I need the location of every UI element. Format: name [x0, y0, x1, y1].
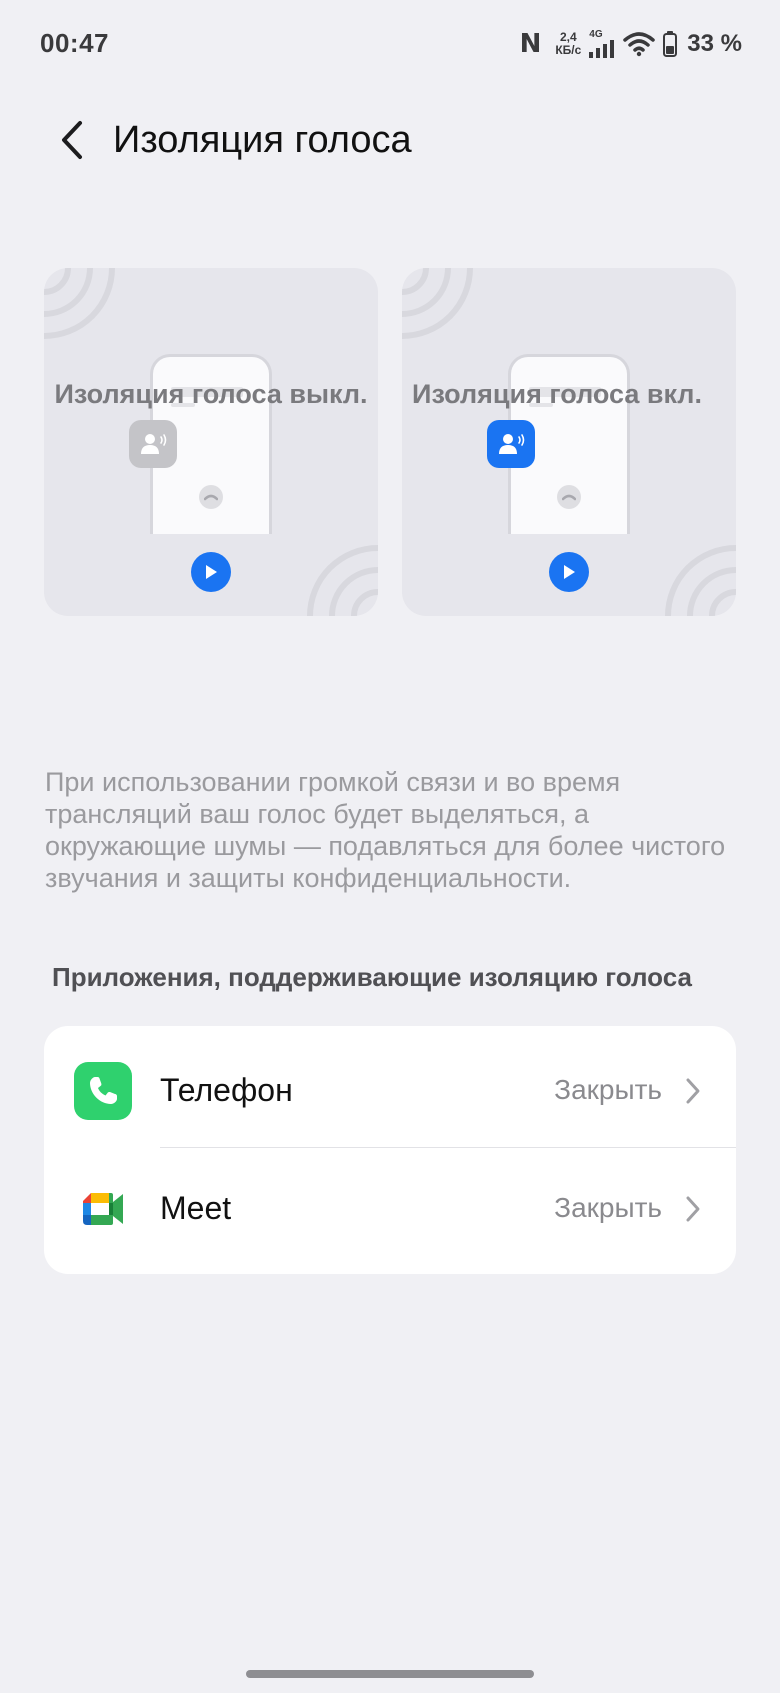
supported-apps-header: Приложения, поддерживающие изоляцию голо… — [52, 962, 692, 992]
chevron-right-icon — [682, 1076, 704, 1106]
feature-description: При использовании громкой связи и во вре… — [45, 767, 726, 893]
supported-apps-list: Телефон Закрыть Meet Закрыть — [44, 1026, 736, 1274]
app-row-meet[interactable]: Meet Закрыть — [44, 1144, 736, 1260]
sound-rings-decoration — [402, 268, 473, 339]
status-time: 00:47 — [40, 28, 109, 58]
network-speed-unit: КБ/с — [555, 43, 582, 57]
app-name: Meet — [160, 1190, 232, 1226]
page-header: Изоляция голоса — [0, 100, 780, 180]
app-row-phone[interactable]: Телефон Закрыть — [44, 1026, 736, 1142]
voice-isolation-icon — [129, 420, 177, 468]
wifi-icon — [623, 32, 656, 57]
call-end-icon — [199, 485, 223, 509]
preview-card-voice-isolation-on[interactable] — [402, 268, 736, 616]
sound-rings-decoration — [665, 545, 736, 616]
play-button[interactable] — [549, 552, 589, 592]
preview-caption-off: Изоляция голоса выкл. — [54, 379, 368, 409]
home-indicator[interactable] — [246, 1670, 534, 1678]
voice-isolation-screen: 00:47 N 2,4 КБ/с 4G 33 % Изоляция голоса… — [0, 0, 780, 1693]
play-icon — [206, 565, 217, 579]
battery-icon — [663, 31, 678, 57]
sound-rings-decoration — [307, 545, 378, 616]
cellular-signal-icon: 4G — [589, 30, 615, 58]
page-title: Изоляция голоса — [113, 119, 412, 161]
chevron-right-icon — [682, 1194, 704, 1224]
app-name: Телефон — [160, 1072, 293, 1108]
phone-app-icon — [74, 1062, 132, 1120]
preview-cards — [44, 268, 736, 618]
call-end-icon — [557, 485, 581, 509]
voice-isolation-icon — [487, 420, 535, 468]
preview-caption-on: Изоляция голоса вкл. — [412, 379, 702, 409]
network-speed: 2,4 КБ/с — [555, 31, 581, 57]
battery-percentage: 33 % — [687, 30, 742, 57]
app-status: Закрыть — [554, 1074, 662, 1105]
cellular-type-label: 4G — [589, 29, 603, 40]
status-icons: N 2,4 КБ/с 4G 33 % — [520, 28, 742, 60]
preview-card-voice-isolation-off[interactable] — [44, 268, 378, 616]
back-button[interactable] — [52, 114, 92, 166]
app-status: Закрыть — [554, 1192, 662, 1223]
google-meet-icon — [74, 1180, 132, 1238]
play-button[interactable] — [191, 552, 231, 592]
status-bar: 00:47 N 2,4 КБ/с 4G 33 % — [0, 0, 780, 92]
sound-rings-decoration — [44, 268, 115, 339]
nfc-icon: N — [519, 29, 542, 59]
play-icon — [564, 565, 575, 579]
chevron-left-icon — [62, 121, 82, 159]
